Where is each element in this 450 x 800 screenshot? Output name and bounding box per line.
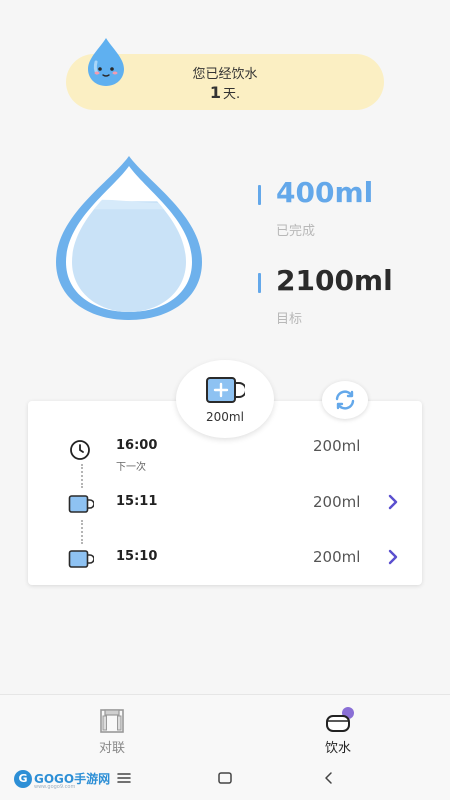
target-label: 目标 xyxy=(276,312,303,327)
bottom-navigation: 对联 饮水 xyxy=(0,694,450,758)
days-value: 1 xyxy=(209,83,221,102)
add-cup-icon xyxy=(206,377,245,403)
record-time: 15:10 xyxy=(116,549,158,564)
water-drop-progress xyxy=(56,156,202,320)
target-value: 2100ml xyxy=(276,264,393,297)
watermark-url: www.gogo9.com xyxy=(34,784,76,790)
refresh-button[interactable] xyxy=(322,381,368,419)
refresh-icon xyxy=(335,390,355,410)
record-amount: 200ml xyxy=(313,548,361,566)
cup-icon xyxy=(68,550,94,568)
completed-accent-bar xyxy=(258,185,261,205)
home-icon[interactable] xyxy=(217,770,233,786)
add-water-button[interactable]: 200ml xyxy=(176,360,274,438)
completed-value: 400ml xyxy=(276,176,374,209)
record-sub-label: 下一次 xyxy=(116,462,146,473)
back-icon[interactable] xyxy=(321,770,337,786)
clock-icon xyxy=(70,440,90,460)
record-time: 15:11 xyxy=(116,494,158,509)
days-unit: 天. xyxy=(223,87,241,102)
menu-icon[interactable] xyxy=(116,770,132,786)
cup-icon xyxy=(68,495,94,513)
record-row[interactable]: 15:10 200ml xyxy=(28,539,422,579)
completed-label: 已完成 xyxy=(276,224,316,239)
nav-tab-couplets[interactable]: 对联 xyxy=(62,695,162,759)
record-amount: 200ml xyxy=(313,493,361,511)
nav-label: 饮水 xyxy=(324,741,351,756)
mug-icon xyxy=(326,707,354,732)
watermark-mark-icon: G xyxy=(14,770,32,788)
system-navigation-bar: G GOGO手游网 www.gogo9.com xyxy=(0,758,450,800)
watermark-logo: G GOGO手游网 www.gogo9.com xyxy=(14,770,110,790)
couplet-icon xyxy=(100,709,124,733)
nav-tab-drinking[interactable]: 饮水 xyxy=(288,695,388,759)
record-amount: 200ml xyxy=(313,437,361,455)
record-time: 16:00 xyxy=(116,438,158,453)
chevron-right-icon[interactable] xyxy=(386,494,400,510)
record-row[interactable]: 15:11 200ml xyxy=(28,484,422,524)
add-amount-label: 200ml xyxy=(206,410,244,424)
nav-label: 对联 xyxy=(98,741,125,756)
water-drop-mascot-icon xyxy=(88,38,124,86)
target-accent-bar xyxy=(258,273,261,293)
chevron-right-icon[interactable] xyxy=(386,549,400,565)
